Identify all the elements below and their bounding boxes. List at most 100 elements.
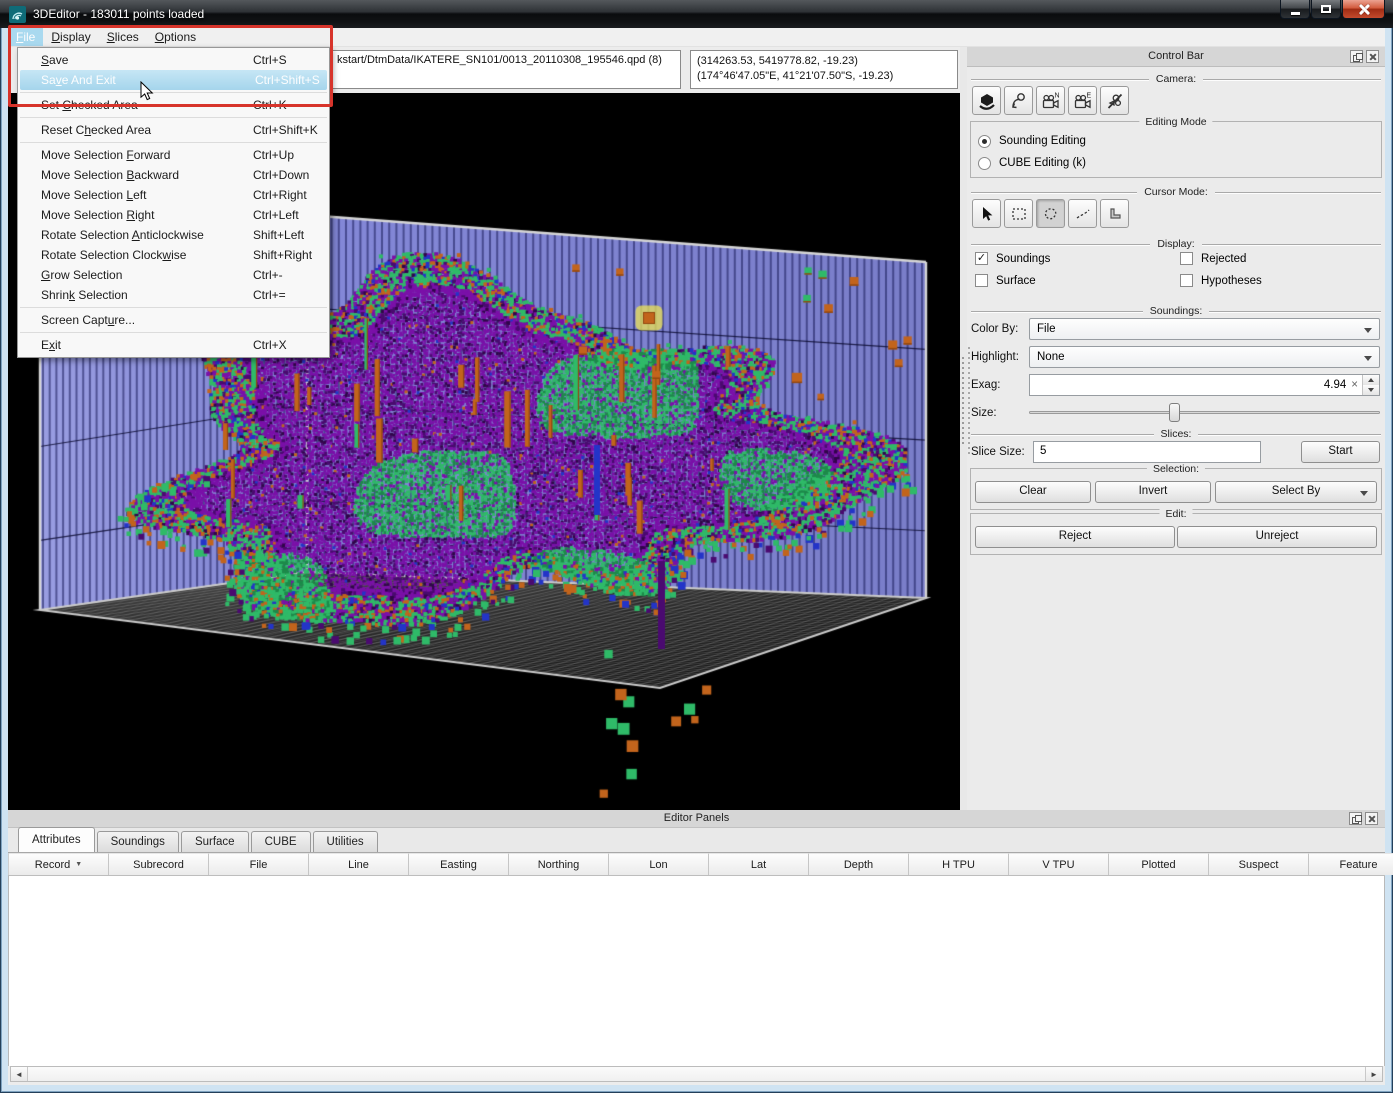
menu-item[interactable]: Save And Exit Ctrl+Shift+S [20,70,327,90]
editor-tab[interactable]: Soundings [97,831,179,852]
close-pane-icon[interactable] [1365,812,1378,825]
sonar-app-icon [9,6,26,23]
float-pane-icon[interactable] [1349,812,1362,825]
unreject-button[interactable]: Unreject [1177,526,1377,548]
menubar-item[interactable]: Display [43,28,98,46]
attributes-table-header: Record ▼ Subrecord File Line [8,853,1385,876]
menu-item[interactable]: Grow Selection Ctrl+- [18,265,329,285]
exag-spinbox[interactable]: 4.94 × [1029,374,1380,396]
column-header[interactable]: Suspect [1209,853,1309,875]
menu-item[interactable]: Move Selection Backward Ctrl+Down [18,165,329,185]
column-header[interactable]: File [209,853,309,875]
editor-tab[interactable]: Utilities [313,831,378,852]
menu-shortcut: Shift+Right [253,248,312,262]
menu-item[interactable]: Set Checked Area Ctrl+K [18,95,329,115]
menu-item[interactable]: Shrink Selection Ctrl+= [18,285,329,305]
maximize-button[interactable] [1311,0,1341,19]
menu-shortcut: Ctrl+Down [253,168,309,182]
editor-tabs: Attributes Soundings Surface CUBE Utilit… [8,828,1385,853]
scrollbar-track[interactable] [28,1067,1365,1081]
display-checkbox[interactable]: Surface [975,274,1180,287]
line-select-icon [1074,205,1092,223]
chevron-down-icon [1364,356,1372,361]
close-button[interactable] [1342,0,1385,19]
line-select-button[interactable] [1068,199,1097,228]
camera-slash-button[interactable] [1100,86,1129,115]
column-header[interactable]: Northing [509,853,609,875]
display-checkbox[interactable]: Hypotheses [1180,274,1381,287]
maximize-icon [1321,5,1331,13]
menu-shortcut: Ctrl+X [253,338,287,352]
horizontal-scrollbar[interactable]: ◄ ► [10,1066,1383,1082]
menu-item[interactable]: Exit Ctrl+X [18,335,329,355]
rectangle-select-button[interactable] [1004,199,1033,228]
vertical-splitter[interactable] [960,47,967,810]
slice-size-input[interactable]: 5 [1033,441,1261,463]
camera-reset-view-button[interactable] [1004,86,1033,115]
scroll-right-button[interactable]: ► [1365,1067,1382,1081]
menubar-item[interactable]: Options [147,28,204,46]
coordinates-xyz: (314263.53, 5419778.82, -19.23) [697,54,951,69]
minimize-button[interactable] [1280,0,1310,19]
float-pane-icon[interactable] [1350,50,1363,63]
spin-down-icon[interactable] [1363,385,1379,395]
control-bar: Control Bar Camera: N E [967,47,1385,810]
menu-item[interactable]: Reset Checked Area Ctrl+Shift+K [18,120,329,140]
menu-item[interactable]: Move Selection Right Ctrl+Left [18,205,329,225]
column-header[interactable]: Record ▼ [9,853,109,875]
column-header[interactable]: H TPU [909,853,1009,875]
corner-select-button[interactable] [1100,199,1129,228]
camera-view-north-button[interactable]: N [1036,86,1065,115]
camera-orbit-icon [977,91,997,111]
column-header[interactable]: Plotted [1109,853,1209,875]
editor-tab[interactable]: Surface [181,831,249,852]
menu-item[interactable]: Rotate Selection Anticlockwise Shift+Lef… [18,225,329,245]
column-header[interactable]: Lon [609,853,709,875]
camera-orbit-button[interactable] [972,86,1001,115]
menu-item[interactable]: Move Selection Forward Ctrl+Up [18,145,329,165]
pointer-select-button[interactable] [972,199,1001,228]
color-by-combobox[interactable]: File [1029,318,1380,340]
menubar-item[interactable]: Slices [99,28,147,46]
invert-button[interactable]: Invert [1095,481,1211,503]
column-header[interactable]: Feature [1309,853,1393,875]
lasso-select-button[interactable] [1036,199,1065,228]
highlight-row: Highlight: None [971,346,1380,368]
window-title: 3DEditor - 183011 points loaded [33,7,204,21]
menu-item[interactable]: Save Ctrl+S [18,50,329,70]
column-header[interactable]: Line [309,853,409,875]
coordinates-box: (314263.53, 5419778.82, -19.23) (174°46'… [690,50,958,89]
display-checkboxes: ✓ Soundings Rejected Surface Hypotheses [975,252,1381,287]
menubar-item[interactable]: File [8,28,43,46]
editor-tab[interactable]: Attributes [18,827,95,852]
column-header[interactable]: Depth [809,853,909,875]
highlight-combobox[interactable]: None [1029,346,1380,368]
reject-button[interactable]: Reject [975,526,1175,548]
soundings-group-label: Soundings: [971,305,1381,317]
column-header[interactable]: Subrecord [109,853,209,875]
select-by-button[interactable]: Select By [1215,481,1377,503]
scroll-left-button[interactable]: ◄ [11,1067,28,1081]
camera-view-east-button[interactable]: E [1068,86,1097,115]
close-pane-icon[interactable] [1366,50,1379,63]
display-checkbox[interactable]: Rejected [1180,252,1381,265]
editing-mode-option[interactable]: CUBE Editing (k) [978,153,1381,173]
editing-mode-option[interactable]: Sounding Editing [978,131,1381,151]
column-header[interactable]: Easting [409,853,509,875]
menu-item[interactable]: Screen Capture... [18,310,329,330]
size-slider[interactable] [1029,403,1380,422]
cursor-mode-toolbar [972,199,1129,228]
slider-handle[interactable] [1169,403,1180,422]
titlebar: 3DEditor - 183011 points loaded [0,0,1393,28]
slices-group-label: Slices: [971,428,1381,440]
start-button[interactable]: Start [1301,441,1380,463]
display-checkbox[interactable]: ✓ Soundings [975,252,1180,265]
menu-item[interactable]: Move Selection Left Ctrl+Right [18,185,329,205]
mouse-cursor-icon [140,81,160,102]
column-header[interactable]: V TPU [1009,853,1109,875]
menu-item[interactable]: Rotate Selection Clockwise Shift+Right [18,245,329,265]
editor-tab[interactable]: CUBE [251,831,311,852]
spin-up-icon[interactable] [1363,375,1379,385]
column-header[interactable]: Lat [709,853,809,875]
clear-button[interactable]: Clear [975,481,1091,503]
